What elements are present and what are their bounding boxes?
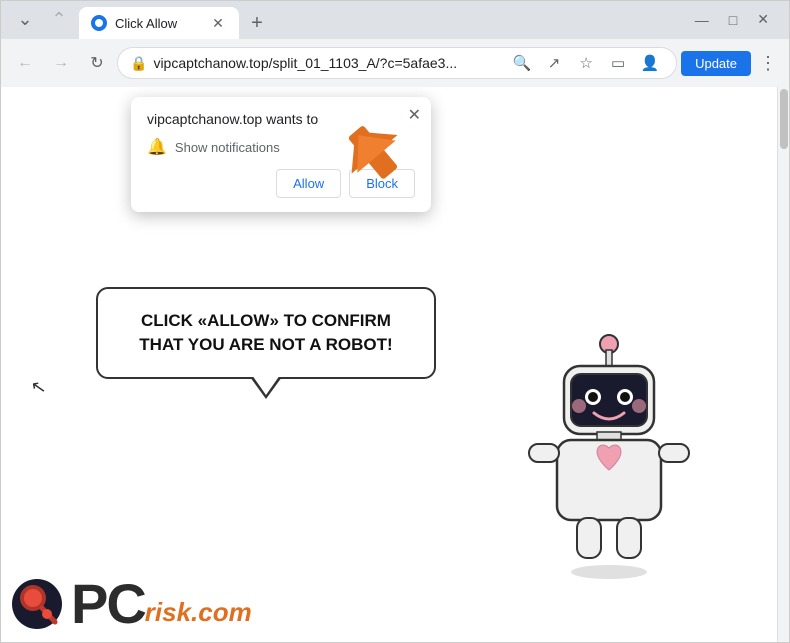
profile-icon[interactable]: 👤 — [636, 49, 664, 77]
pcrisk-logo: PC risk.com — [11, 576, 252, 632]
menu-button[interactable]: ⋮ — [755, 49, 781, 78]
speech-bubble: CLICK «ALLOW» TO CONFIRM THAT YOU ARE NO… — [96, 287, 436, 379]
share-icon[interactable]: ↗ — [540, 49, 568, 77]
browser-window: ⌄ ⌃ Click Allow ✕ + — □ ✕ ← → ↻ 🔒 vipcap… — [0, 0, 790, 643]
page-content: ✕ vipcaptchanow.top wants to 🔔 Show noti… — [1, 87, 789, 642]
arrow-indicator — [341, 117, 421, 212]
maximize-button[interactable]: □ — [721, 8, 745, 32]
address-bar: ← → ↻ 🔒 vipcaptchanow.top/split_01_1103_… — [1, 39, 789, 87]
update-button[interactable]: Update — [681, 51, 751, 76]
tab-favicon — [91, 15, 107, 31]
bell-icon: 🔔 — [147, 137, 167, 157]
tab-close-button[interactable]: ✕ — [209, 14, 227, 32]
chevron-down-icon[interactable]: ⌄ — [9, 3, 41, 35]
close-button[interactable]: ✕ — [749, 7, 777, 32]
lock-icon: 🔒 — [130, 55, 147, 72]
url-text: vipcaptchanow.top/split_01_1103_A/?c=5af… — [153, 55, 502, 71]
new-tab-button[interactable]: + — [243, 9, 271, 37]
tab-bar: ⌄ ⌃ Click Allow ✕ + — □ ✕ — [1, 1, 789, 39]
robot-image — [509, 322, 729, 602]
scrollbar-thumb[interactable] — [780, 89, 788, 149]
tab-title: Click Allow — [115, 16, 201, 31]
arrow-svg — [341, 117, 421, 207]
bubble-text: CLICK «ALLOW» TO CONFIRM THAT YOU ARE NO… — [122, 309, 410, 357]
notification-label: Show notifications — [175, 140, 280, 155]
active-tab[interactable]: Click Allow ✕ — [79, 7, 239, 39]
chevron-up-icon[interactable]: ⌃ — [43, 3, 75, 35]
bookmark-icon[interactable]: ☆ — [572, 49, 600, 77]
scrollbar[interactable] — [777, 87, 789, 642]
back-button[interactable]: ← — [9, 47, 41, 79]
split-icon[interactable]: ▭ — [604, 49, 632, 77]
allow-button[interactable]: Allow — [276, 169, 341, 198]
forward-button[interactable]: → — [45, 47, 77, 79]
cursor: ↖ — [29, 376, 48, 399]
search-icon[interactable]: 🔍 — [508, 49, 536, 77]
reload-button[interactable]: ↻ — [81, 47, 113, 79]
minimize-button[interactable]: — — [687, 8, 717, 32]
url-bar[interactable]: 🔒 vipcaptchanow.top/split_01_1103_A/?c=5… — [117, 47, 677, 79]
address-actions: 🔍 ↗ ☆ ▭ 👤 — [508, 49, 664, 77]
